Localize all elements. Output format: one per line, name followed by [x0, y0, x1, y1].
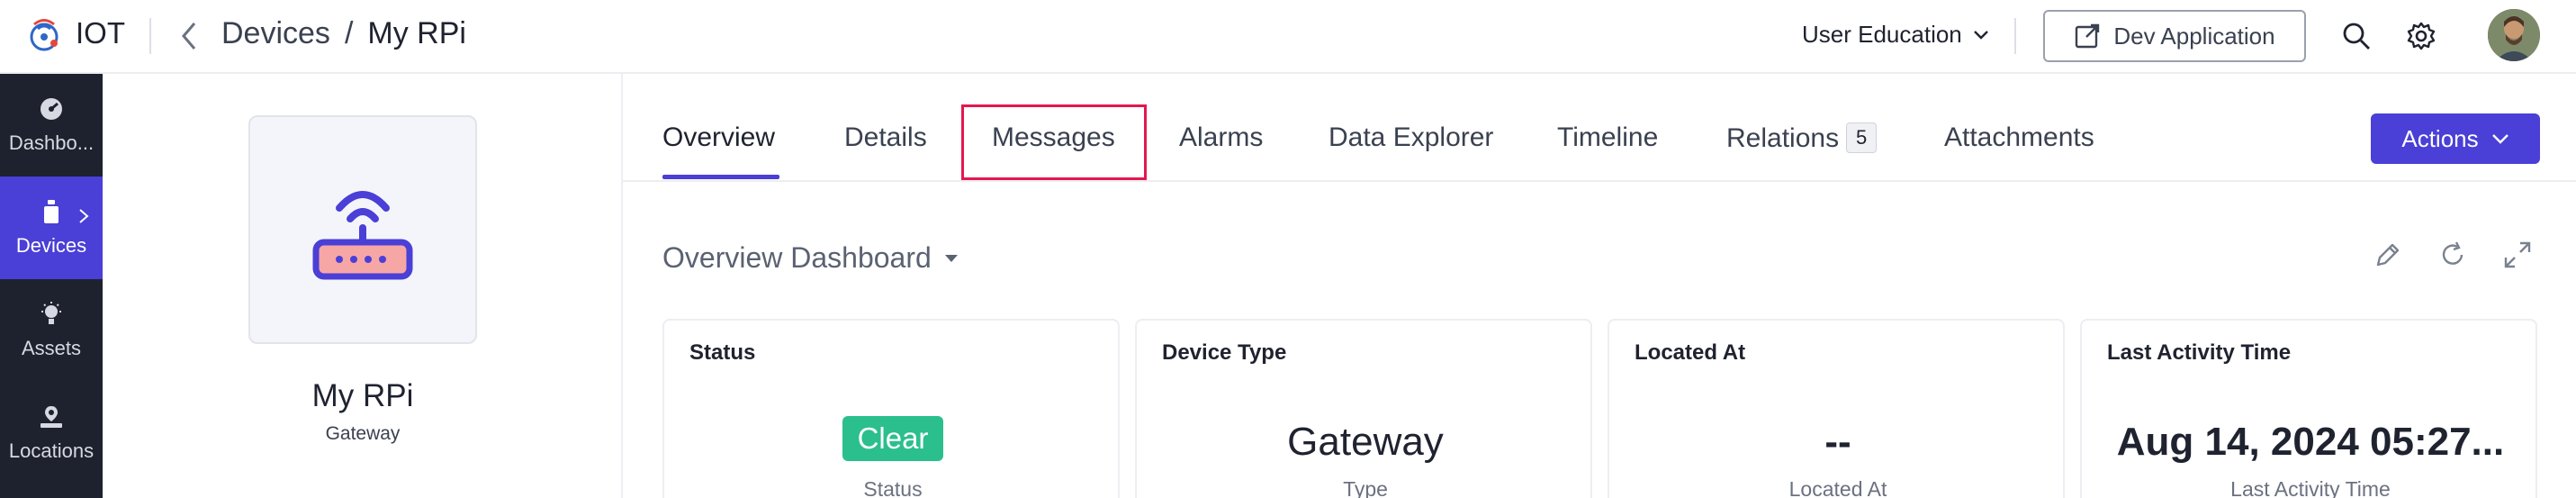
dashboard-title: Overview Dashboard: [662, 241, 932, 274]
dashboard-icon: [41, 98, 62, 120]
avatar-image-icon: [2488, 9, 2540, 61]
gear-icon[interactable]: [2405, 20, 2437, 52]
card-subtitle: Last Activity Time: [2230, 477, 2391, 498]
tab-relations-label: Relations: [1726, 123, 1840, 153]
nav-item-label: Devices: [15, 234, 87, 257]
last-activity-card: Last Activity Time Aug 14, 2024 05:27...…: [2080, 319, 2537, 498]
device-icon: [44, 200, 59, 223]
card-subtitle: Type: [1343, 477, 1388, 498]
app-brand[interactable]: IOT: [23, 13, 125, 54]
header-divider: [2014, 18, 2016, 54]
actions-button-label: Actions: [2401, 124, 2479, 152]
chevron-down-icon: [2491, 134, 2508, 144]
tab-active-underline: [662, 175, 779, 179]
card-subtitle: Status: [863, 477, 923, 498]
card-label: Last Activity Time: [2107, 340, 2292, 365]
nav-item-label: Dashbo...: [8, 131, 95, 154]
actions-button[interactable]: Actions: [2371, 113, 2540, 164]
external-link-icon: [2076, 23, 2100, 49]
card-label: Status: [689, 340, 756, 365]
dev-application-button[interactable]: Dev Application: [2043, 10, 2306, 62]
user-avatar[interactable]: [2488, 9, 2540, 61]
nav-item-locations[interactable]: Locations: [0, 382, 103, 484]
tab-details[interactable]: Details: [844, 122, 927, 153]
tab-attachments[interactable]: Attachments: [1944, 122, 2094, 153]
chevron-right-icon: [79, 209, 89, 223]
located-at-card: Located At -- Located At: [1608, 319, 2065, 498]
location-icon: [41, 406, 62, 428]
nav-item-devices[interactable]: Devices: [0, 177, 103, 279]
card-value: Gateway: [1287, 420, 1444, 464]
tab-timeline[interactable]: Timeline: [1557, 122, 1658, 153]
nav-item-label: Assets: [21, 337, 82, 359]
edit-icon[interactable]: [2373, 240, 2403, 270]
caret-down-icon: [944, 254, 958, 262]
breadcrumb-separator: /: [344, 16, 354, 50]
card-subtitle: Located At: [1788, 477, 1887, 498]
device-type: Gateway: [325, 423, 401, 444]
nav-item-label: Locations: [8, 439, 95, 462]
status-card: Status Clear Status: [662, 319, 1120, 498]
router-icon: [312, 191, 413, 280]
tab-messages[interactable]: Messages: [992, 122, 1115, 153]
top-header: IOT Devices / My RPi User Education Dev …: [0, 0, 2576, 74]
card-value: --: [1824, 420, 1851, 464]
card-value: Aug 14, 2024 05:27...: [2116, 420, 2505, 464]
device-type-card: Device Type Gateway Type: [1135, 319, 1592, 498]
tab-overview[interactable]: Overview: [662, 122, 775, 153]
refresh-icon[interactable]: [2437, 240, 2468, 270]
left-navigation: Dashbo... Devices Assets Locations: [0, 74, 103, 498]
breadcrumb-current: My RPi: [367, 16, 466, 50]
header-divider: [149, 18, 151, 54]
search-icon[interactable]: [2340, 20, 2373, 52]
org-selector[interactable]: User Education: [1802, 21, 1989, 49]
nav-item-assets[interactable]: Assets: [0, 279, 103, 382]
asset-icon: [41, 302, 61, 324]
back-chevron-icon[interactable]: [176, 18, 203, 54]
device-name: My RPi: [311, 378, 414, 413]
dev-application-label: Dev Application: [2113, 22, 2275, 50]
breadcrumb-devices-link[interactable]: Devices: [221, 16, 330, 51]
app-name: IOT: [76, 16, 125, 50]
device-info-panel: My RPi Gateway: [103, 74, 623, 498]
status-badge: Clear: [842, 416, 943, 461]
card-label: Located At: [1635, 340, 1746, 365]
dashboard-selector[interactable]: Overview Dashboard: [662, 241, 959, 275]
iot-logo-icon: [30, 19, 59, 51]
chevron-down-icon: [1973, 30, 1988, 40]
org-selector-label: User Education: [1802, 21, 1962, 48]
card-label: Device Type: [1162, 340, 1287, 365]
device-image-card: [248, 115, 477, 344]
tab-relations[interactable]: Relations 5: [1726, 122, 1878, 154]
expand-icon[interactable]: [2502, 240, 2533, 270]
breadcrumb: Devices / My RPi: [221, 16, 466, 51]
tab-alarms[interactable]: Alarms: [1179, 122, 1263, 153]
nav-item-dashboards[interactable]: Dashbo...: [0, 74, 103, 177]
relations-count-badge: 5: [1846, 122, 1878, 153]
tab-data-explorer[interactable]: Data Explorer: [1329, 122, 1493, 153]
